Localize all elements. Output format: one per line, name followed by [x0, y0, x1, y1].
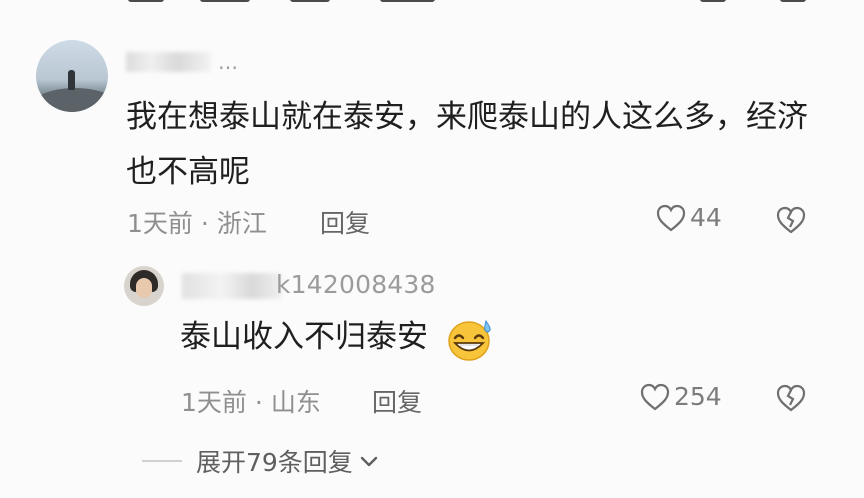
expand-divider [142, 460, 182, 462]
expand-replies-label: 展开79条回复 [196, 448, 353, 477]
avatar-face [136, 278, 152, 298]
reply-like-count: 254 [674, 382, 722, 411]
reply-time: 1天前 [181, 388, 247, 417]
avatar-person [68, 70, 75, 90]
heart-outline-icon [640, 383, 670, 410]
comment-location: 浙江 [216, 209, 267, 238]
reply-avatar[interactable] [124, 266, 164, 306]
broken-heart-icon[interactable] [775, 205, 807, 235]
chevron-down-icon [360, 456, 378, 467]
like-count: 44 [690, 203, 722, 232]
expand-replies-button[interactable]: 展开79条回复 [142, 443, 379, 479]
reply-reply-button[interactable]: 回复 [372, 383, 422, 419]
reply-username-blurred[interactable] [182, 273, 282, 299]
reply-text: 泰山收入不归泰安 [180, 319, 428, 355]
reply-location: 山东 [270, 388, 321, 417]
reply-like-button[interactable]: 254 [640, 382, 722, 411]
comment-time: 1天前 [127, 209, 193, 238]
comment-text: 我在想泰山就在泰安，来爬泰山的人这么多，经济也不高呢 [126, 99, 808, 190]
avatar[interactable] [36, 40, 108, 112]
previous-content-cutoff [0, 0, 864, 10]
reply-meta: 1天前 · 山东 [181, 383, 321, 419]
meta-separator: · [200, 209, 209, 238]
username-blurred[interactable] [126, 52, 211, 72]
reply-button[interactable]: 回复 [320, 204, 370, 240]
avatar-rock [36, 88, 108, 112]
meta-separator: · [254, 388, 263, 417]
broken-heart-icon[interactable] [775, 383, 807, 413]
username-ellipsis: … [218, 50, 239, 74]
like-button[interactable]: 44 [656, 203, 722, 232]
heart-outline-icon [656, 204, 686, 231]
grinning-sweat-emoji [448, 319, 491, 361]
comment-meta: 1天前 · 浙江 [127, 204, 267, 240]
reply-username[interactable]: k142008438 [276, 270, 436, 299]
